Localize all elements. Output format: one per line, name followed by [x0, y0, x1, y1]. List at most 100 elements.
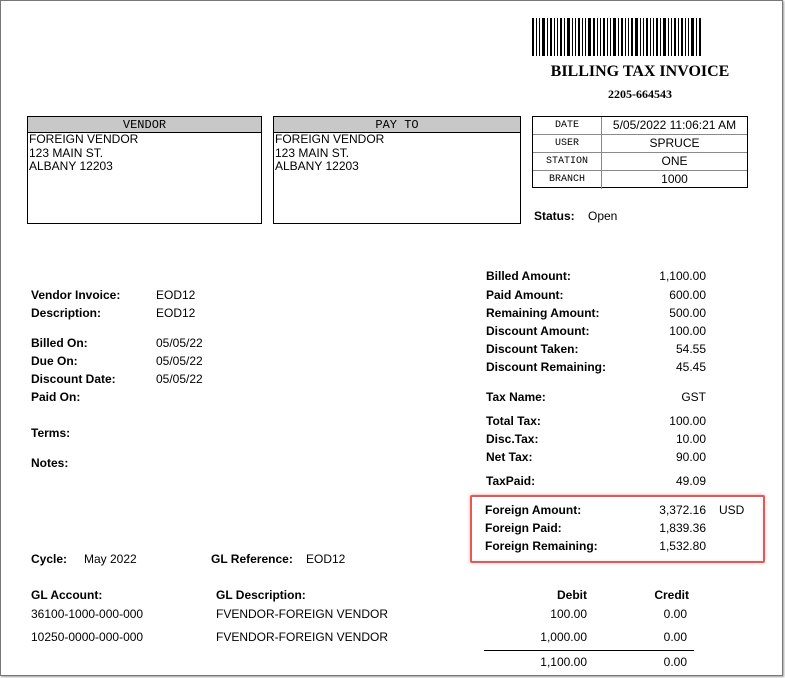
amount-label: Remaining Amount:	[486, 306, 600, 320]
amount-label: Discount Amount:	[486, 324, 590, 338]
vendor-box: VENDOR FOREIGN VENDOR 123 MAIN ST. ALBAN…	[27, 116, 262, 224]
barcode-bar	[656, 18, 658, 56]
detail-label: Paid On:	[31, 390, 81, 404]
info-label: USER	[533, 135, 602, 152]
amount-label: Paid Amount:	[486, 288, 564, 302]
info-value: 1000	[661, 172, 688, 186]
barcode-bar	[685, 18, 686, 56]
barcode-bar	[621, 18, 623, 56]
barcode-bar	[567, 18, 570, 56]
barcode-bar	[643, 18, 644, 56]
info-value: ONE	[661, 154, 688, 168]
barcode-bar	[557, 18, 558, 56]
payto-line: FOREIGN VENDOR	[275, 132, 385, 146]
detail-value: EOD12	[156, 288, 196, 302]
vendor-line: FOREIGN VENDOR	[29, 132, 139, 146]
amount-label: Discount Taken:	[486, 342, 579, 356]
info-label: STATION	[533, 153, 602, 170]
gl-description: FVENDOR-FOREIGN VENDOR	[216, 607, 389, 621]
barcode-bar	[554, 18, 555, 56]
barcode-bar	[593, 18, 595, 56]
barcode-bar	[542, 18, 545, 56]
barcode-bar	[631, 18, 633, 56]
cycle-value: May 2022	[84, 552, 137, 566]
invoice-number: 2205-664543	[608, 87, 672, 101]
detail-value: 05/05/22	[156, 336, 203, 350]
info-row-station: STATION ONE	[533, 153, 747, 171]
barcode-bar	[660, 18, 661, 56]
gl-header-credit: Credit	[654, 588, 689, 602]
gl-description: FVENDOR-FOREIGN VENDOR	[216, 630, 389, 644]
detail-value: 05/05/22	[156, 354, 203, 368]
amount-value: 45.45	[675, 360, 706, 374]
amount-value: 10.00	[675, 432, 706, 446]
barcode-bar	[610, 18, 611, 56]
barcode-bar	[597, 18, 598, 56]
barcode-bar	[572, 18, 573, 56]
amount-label: Total Tax:	[486, 414, 541, 428]
payto-line: ALBANY 12203	[275, 159, 359, 173]
barcode-bar	[668, 18, 669, 56]
amount-value: GST	[681, 390, 706, 404]
amount-label: Billed Amount:	[486, 269, 571, 283]
barcode-bar	[653, 18, 654, 56]
amount-value: 54.55	[675, 342, 706, 356]
barcode-bar	[575, 18, 576, 56]
barcode-bar	[699, 18, 701, 56]
amount-value: 100.00	[669, 324, 706, 338]
barcode-bar	[671, 18, 672, 56]
amount-value: 500.00	[669, 306, 706, 320]
barcode-bar	[582, 18, 583, 56]
cycle-label: Cycle:	[31, 552, 68, 566]
barcode-bar	[585, 18, 586, 56]
barcode-bar	[691, 18, 694, 56]
info-label: DATE	[533, 117, 602, 134]
foreign-label: Foreign Paid:	[485, 521, 562, 535]
barcode-bar	[547, 18, 548, 56]
barcode-bar	[635, 18, 638, 56]
status-label: Status:	[534, 209, 575, 223]
barcode-bar	[646, 18, 648, 56]
info-row-branch: BRANCH 1000	[533, 171, 747, 189]
payto-box: PAY TO FOREIGN VENDOR 123 MAIN ST. ALBAN…	[273, 116, 521, 224]
payto-line: 123 MAIN ST.	[275, 145, 350, 160]
amount-value: 600.00	[669, 288, 706, 302]
barcode-bar	[603, 18, 605, 56]
gl-reference-value: EOD12	[306, 552, 346, 566]
amount-label: Disc.Tax:	[486, 432, 539, 446]
detail-label: Discount Date:	[31, 372, 116, 386]
barcode-bar	[625, 18, 626, 56]
barcode-bar	[600, 18, 601, 56]
foreign-label: Foreign Amount:	[485, 503, 582, 517]
gl-credit: 0.00	[663, 630, 687, 644]
barcode-bar	[578, 18, 580, 56]
detail-label: Notes:	[31, 456, 69, 470]
foreign-label: Foreign Remaining:	[485, 539, 598, 553]
info-table: DATE 5/05/2022 11:06:21 AM USER SPRUCE S…	[532, 116, 748, 189]
info-label: BRANCH	[533, 171, 602, 189]
gl-account: 10250-0000-000-000	[31, 630, 144, 644]
barcode-bar	[628, 18, 629, 56]
barcode-bar	[663, 18, 666, 56]
gl-debit: 100.00	[550, 607, 587, 621]
gl-credit: 0.00	[663, 607, 687, 621]
amount-label: Tax Name:	[486, 390, 546, 404]
barcode-bar	[536, 18, 537, 56]
info-value: 5/05/2022 11:06:21 AM	[612, 118, 737, 132]
barcode-bar	[696, 18, 697, 56]
detail-label: Vendor Invoice:	[31, 288, 121, 302]
barcode-bar	[681, 18, 683, 56]
gl-account: 36100-1000-000-000	[31, 607, 144, 621]
detail-value: EOD12	[156, 306, 196, 320]
totals-divider	[484, 650, 694, 651]
barcode-bar	[650, 18, 651, 56]
amount-label: Net Tax:	[486, 450, 533, 464]
invoice-title: BILLING TAX INVOICE	[550, 63, 730, 80]
status-value: Open	[588, 209, 618, 223]
amount-value: 90.00	[675, 450, 706, 464]
gl-header-debit: Debit	[557, 588, 587, 602]
barcode-bar	[678, 18, 679, 56]
vendor-heading: VENDOR	[28, 117, 261, 133]
barcode-bar	[688, 18, 689, 56]
barcode-bar	[640, 18, 641, 56]
